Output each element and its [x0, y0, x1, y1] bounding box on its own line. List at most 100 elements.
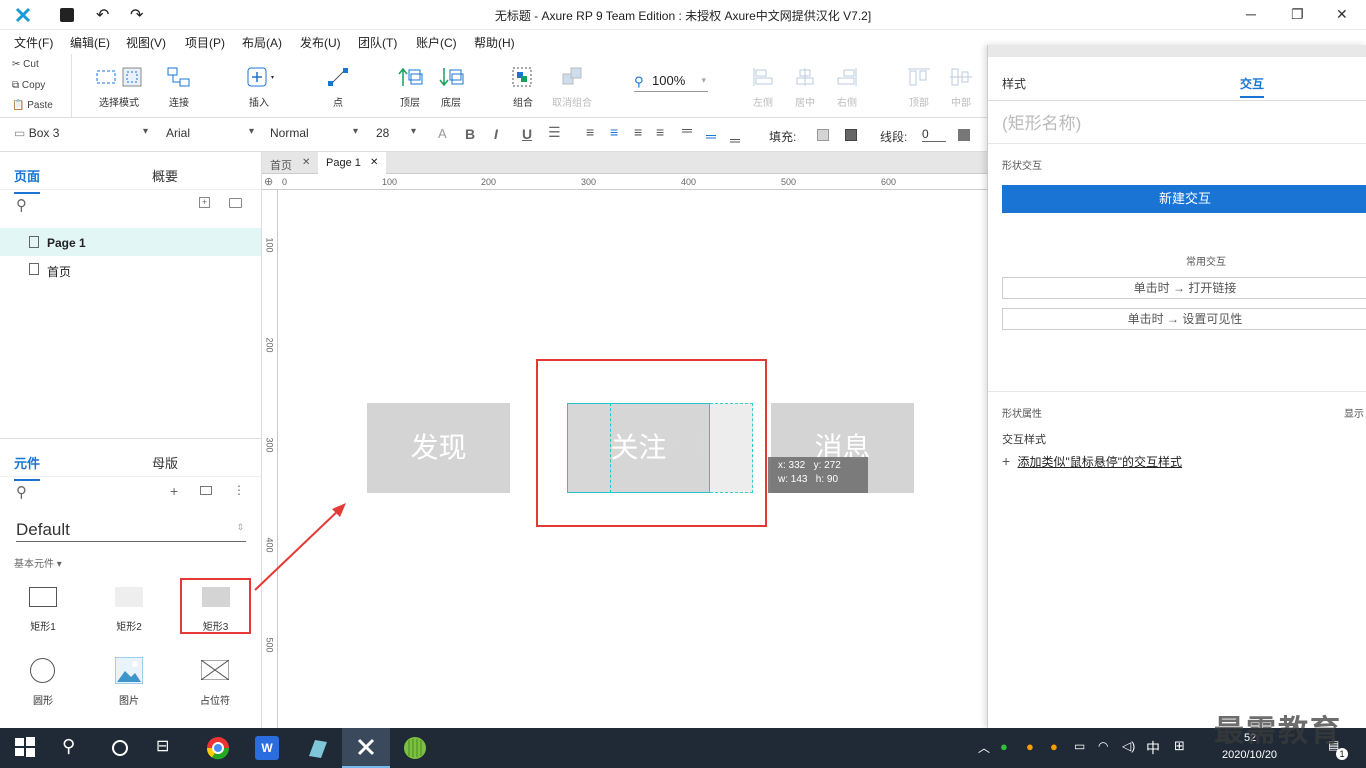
line-width-input[interactable]: 0: [922, 127, 946, 142]
align-left-button[interactable]: 左侧: [750, 66, 776, 109]
new-interaction-button[interactable]: 新建交互: [1002, 185, 1366, 213]
line-color-swatch[interactable]: [958, 129, 970, 141]
app-green-icon[interactable]: [403, 736, 427, 760]
top-layer-button[interactable]: 顶层: [396, 66, 424, 109]
bottom-layer-button[interactable]: 底层: [437, 66, 465, 109]
clock-date[interactable]: 2020/10/20: [1222, 749, 1277, 761]
connect-button[interactable]: 连接: [165, 66, 193, 109]
align-text-left-icon[interactable]: ≡: [586, 124, 594, 140]
close-tab-icon[interactable]: ✕: [302, 157, 310, 168]
weight-dropdown[interactable]: Normal: [270, 126, 358, 140]
align-middle-button[interactable]: 中部: [948, 66, 974, 109]
copy-button[interactable]: ⧉ Copy: [12, 80, 45, 91]
menu-publish[interactable]: 发布(U): [300, 34, 341, 51]
library-dropdown[interactable]: Default ⇕: [16, 516, 246, 542]
insert-button[interactable]: 插入: [244, 66, 274, 109]
widget-circle[interactable]: 圆形: [14, 656, 72, 710]
widget-rect2[interactable]: 矩形2: [100, 582, 158, 636]
tab-interactions[interactable]: 交互: [1240, 75, 1265, 98]
tab-pages[interactable]: 页面: [14, 166, 41, 194]
paste-button[interactable]: 📋 Paste: [12, 100, 53, 111]
underline-icon[interactable]: U: [522, 126, 532, 142]
tray-chevron-icon[interactable]: ︿: [978, 739, 990, 756]
tab-outline[interactable]: 概要: [152, 166, 178, 185]
minimize-icon[interactable]: ─: [1246, 6, 1256, 22]
font-size-dropdown[interactable]: 28: [376, 126, 416, 140]
doc-tab-page1[interactable]: Page 1 ✕: [318, 152, 386, 174]
group-button[interactable]: 组合: [509, 66, 537, 109]
select-mode-button[interactable]: 选择模式: [95, 66, 143, 109]
bullet-list-icon[interactable]: ☰: [548, 124, 561, 141]
menu-team[interactable]: 团队(T): [358, 34, 397, 51]
action-set-visibility-button[interactable]: 单击时 → 设置可见性: [1002, 308, 1366, 330]
valign-bottom-icon[interactable]: ═: [730, 132, 740, 148]
close-icon[interactable]: ✕: [1336, 6, 1348, 23]
valign-top-icon[interactable]: ═: [682, 122, 692, 138]
page-item-page1[interactable]: Page 1: [0, 228, 261, 256]
close-tab-icon[interactable]: ✕: [370, 157, 378, 168]
valign-middle-icon[interactable]: ═: [706, 128, 716, 144]
add-hover-style-link[interactable]: + 添加类似"鼠标悬停"的交互样式: [1002, 453, 1182, 471]
menu-layout[interactable]: 布局(A): [242, 34, 282, 51]
cut-button[interactable]: ✂ Cut: [12, 59, 39, 70]
menu-edit[interactable]: 编辑(E): [70, 34, 110, 51]
shadow-swatch[interactable]: [845, 129, 857, 141]
cortana-icon[interactable]: [108, 736, 132, 760]
widget-placeholder[interactable]: 占位符: [186, 656, 244, 710]
align-text-right-icon[interactable]: ≡: [634, 124, 642, 140]
widget-rect1[interactable]: 矩形1: [14, 582, 72, 636]
add-folder-icon[interactable]: [229, 198, 242, 208]
task-view-icon[interactable]: ⊟: [156, 736, 180, 760]
menu-help[interactable]: 帮助(H): [474, 34, 515, 51]
battery-icon[interactable]: ▭: [1074, 739, 1085, 753]
widget-image[interactable]: 图片: [100, 656, 158, 710]
tab-widgets[interactable]: 元件: [14, 453, 41, 481]
menu-project[interactable]: 项目(P): [185, 34, 225, 51]
ungroup-button[interactable]: 取消组合: [550, 66, 594, 109]
canvas-box-follow[interactable]: 关注: [567, 403, 710, 493]
align-text-justify-icon[interactable]: ≡: [656, 124, 664, 140]
wifi-icon[interactable]: ◠: [1098, 739, 1108, 753]
align-right-button[interactable]: 右侧: [834, 66, 860, 109]
zoom-control[interactable]: ⚲ 100% ▾: [634, 72, 708, 92]
align-top-button[interactable]: 顶部: [906, 66, 932, 109]
basic-widgets-section[interactable]: 基本元件 ▾: [14, 555, 62, 570]
ime-indicator[interactable]: 中: [1146, 738, 1160, 758]
style-dropdown[interactable]: ▭ Box 3: [14, 126, 148, 140]
align-text-center-icon[interactable]: ≡: [610, 124, 618, 140]
font-color-icon[interactable]: A: [438, 126, 447, 141]
keyboard-icon[interactable]: ⊞: [1174, 738, 1185, 754]
show-toggle[interactable]: 显示: [1344, 405, 1364, 420]
notepad-icon[interactable]: [305, 736, 329, 760]
qq-icon-2[interactable]: ●: [1050, 739, 1058, 754]
wechat-icon[interactable]: ●: [1000, 739, 1008, 754]
windows-start-icon[interactable]: [14, 736, 38, 760]
search-icon[interactable]: ⚲: [62, 736, 86, 760]
italic-icon[interactable]: I: [494, 126, 498, 142]
menu-file[interactable]: 文件(F): [14, 34, 53, 51]
page-item-home[interactable]: 首页: [0, 256, 261, 282]
font-dropdown[interactable]: Arial: [166, 126, 254, 140]
doc-tab-home[interactable]: 首页 ✕: [262, 152, 318, 174]
axure-taskbar-button[interactable]: [342, 728, 390, 768]
widgets-search-icon[interactable]: ⚲: [16, 483, 27, 501]
shape-name-input[interactable]: (矩形名称): [1002, 109, 1352, 133]
tab-masters[interactable]: 母版: [152, 453, 178, 472]
fill-color-swatch[interactable]: [817, 129, 829, 141]
menu-account[interactable]: 账户(C): [416, 34, 457, 51]
restore-icon[interactable]: ❐: [1291, 6, 1304, 23]
add-page-icon[interactable]: +: [199, 197, 210, 208]
volume-icon[interactable]: ◁): [1122, 739, 1135, 753]
tab-style[interactable]: 样式: [1002, 75, 1026, 92]
point-button[interactable]: 点: [324, 66, 352, 109]
qq-icon[interactable]: ●: [1026, 739, 1034, 754]
add-library-icon[interactable]: +: [170, 483, 178, 499]
chrome-icon[interactable]: [206, 736, 230, 760]
widget-rect3-highlighted[interactable]: 矩形3: [180, 578, 251, 634]
library-copy-icon[interactable]: [200, 486, 212, 495]
more-options-icon[interactable]: ⋮: [233, 483, 245, 497]
canvas-box-discover[interactable]: 发现: [367, 403, 510, 493]
menu-view[interactable]: 视图(V): [126, 34, 166, 51]
pages-search-icon[interactable]: ⚲: [16, 196, 27, 214]
wps-icon[interactable]: W: [255, 736, 279, 760]
